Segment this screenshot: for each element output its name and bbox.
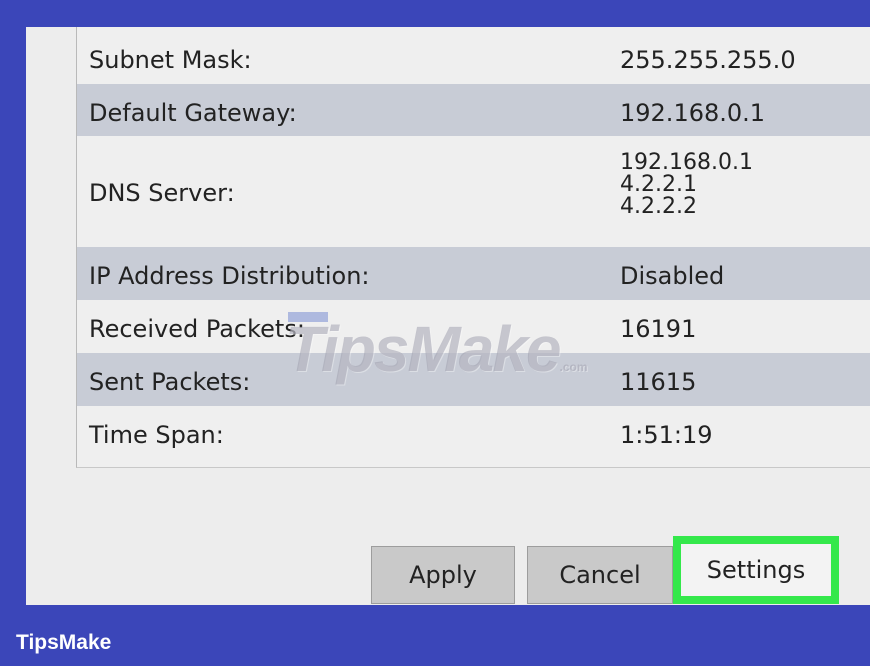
row-label: Subnet Mask: bbox=[89, 46, 252, 74]
row-value: 11615 bbox=[620, 368, 697, 396]
row-label: DNS Server: bbox=[89, 179, 235, 207]
dns-value-1: 192.168.0.1 bbox=[620, 150, 753, 175]
row-value: Disabled bbox=[620, 262, 725, 290]
row-value: 192.168.0.1 bbox=[620, 99, 766, 127]
table-row-subnet-mask: Subnet Mask: 255.255.255.0 bbox=[77, 27, 870, 84]
watermark-suffix: .com bbox=[559, 360, 588, 374]
dns-value-3: 4.2.2.2 bbox=[620, 194, 697, 219]
dns-value-2: 4.2.2.1 bbox=[620, 172, 697, 197]
cancel-button[interactable]: Cancel bbox=[527, 546, 673, 604]
brand-label: TipsMake bbox=[16, 631, 112, 654]
network-status-table: Subnet Mask: 255.255.255.0 Default Gatew… bbox=[76, 27, 870, 468]
row-label: Time Span: bbox=[89, 421, 224, 449]
table-row-ip-distribution: IP Address Distribution: Disabled bbox=[77, 247, 870, 300]
table-row-dns-server: DNS Server: 192.168.0.1 4.2.2.1 4.2.2.2 bbox=[77, 136, 870, 247]
table-row-time-span: Time Span: 1:51:19 bbox=[77, 406, 870, 467]
row-value: 16191 bbox=[620, 315, 697, 343]
row-value: 1:51:19 bbox=[620, 421, 713, 449]
watermark: TipsMake.com bbox=[285, 312, 588, 386]
row-label: Default Gateway: bbox=[89, 99, 297, 127]
row-label: IP Address Distribution: bbox=[89, 262, 370, 290]
row-label: Received Packets: bbox=[89, 315, 305, 343]
watermark-logo-bar bbox=[288, 312, 328, 376]
apply-button[interactable]: Apply bbox=[371, 546, 515, 604]
table-row-default-gateway: Default Gateway: 192.168.0.1 bbox=[77, 84, 870, 136]
row-value: 255.255.255.0 bbox=[620, 46, 796, 74]
row-label: Sent Packets: bbox=[89, 368, 251, 396]
settings-button[interactable]: Settings bbox=[673, 536, 839, 604]
